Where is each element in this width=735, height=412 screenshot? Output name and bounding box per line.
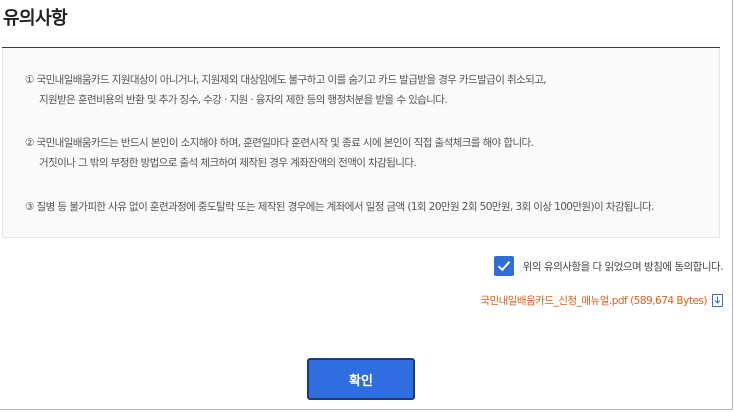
agree-label[interactable]: 위의 유의사항을 다 읽었으며 방침에 동의합니다.	[523, 259, 724, 274]
manual-pdf-link[interactable]: 국민내일배움카드_신청_매뉴얼.pdf (589,674 Bytes)	[480, 293, 707, 308]
notice-item-3-line1: ③ 질병 등 불가피한 사유 없이 훈련과정에 중도탈락 또는 제작된 경우에는…	[25, 201, 654, 213]
file-download-row: 국민내일배움카드_신청_매뉴얼.pdf (589,674 Bytes)	[480, 293, 723, 308]
notice-item-1-line2: 지원받은 훈련비용의 반환 및 추가 징수, 수강 · 지원 · 융자의 제한 …	[39, 94, 448, 106]
confirm-button[interactable]: 확인	[307, 358, 415, 400]
notice-box: ① 국민내일배움카드 지원대상이 아니거나, 지원제외 대상임에도 불구하고 이…	[2, 48, 720, 238]
checkmark-icon	[497, 261, 511, 272]
agree-checkbox[interactable]	[493, 256, 514, 276]
notice-item-1: ① 국민내일배움카드 지원대상이 아니거나, 지원제외 대상임에도 불구하고 이…	[25, 70, 547, 110]
notice-item-3: ③ 질병 등 불가피한 사유 없이 훈련과정에 중도탈락 또는 제작된 경우에는…	[25, 197, 654, 217]
download-icon[interactable]	[712, 294, 723, 307]
notice-item-2-line1: ② 국민내일배움카드는 반드시 본인이 소지해야 하며, 훈련일마다 훈련시작 …	[25, 137, 534, 149]
notice-item-2: ② 국민내일배움카드는 반드시 본인이 소지해야 하며, 훈련일마다 훈련시작 …	[25, 133, 534, 173]
notice-item-1-line1: ① 국민내일배움카드 지원대상이 아니거나, 지원제외 대상임에도 불구하고 이…	[25, 74, 547, 86]
notice-item-2-line2: 거짓이나 그 밖의 부정한 방법으로 출석 체크하여 제작된 경우 계좌잔액의 …	[39, 157, 417, 169]
agreement-row: 위의 유의사항을 다 읽었으며 방침에 동의합니다.	[493, 256, 724, 276]
page-title: 유의사항	[3, 8, 68, 29]
